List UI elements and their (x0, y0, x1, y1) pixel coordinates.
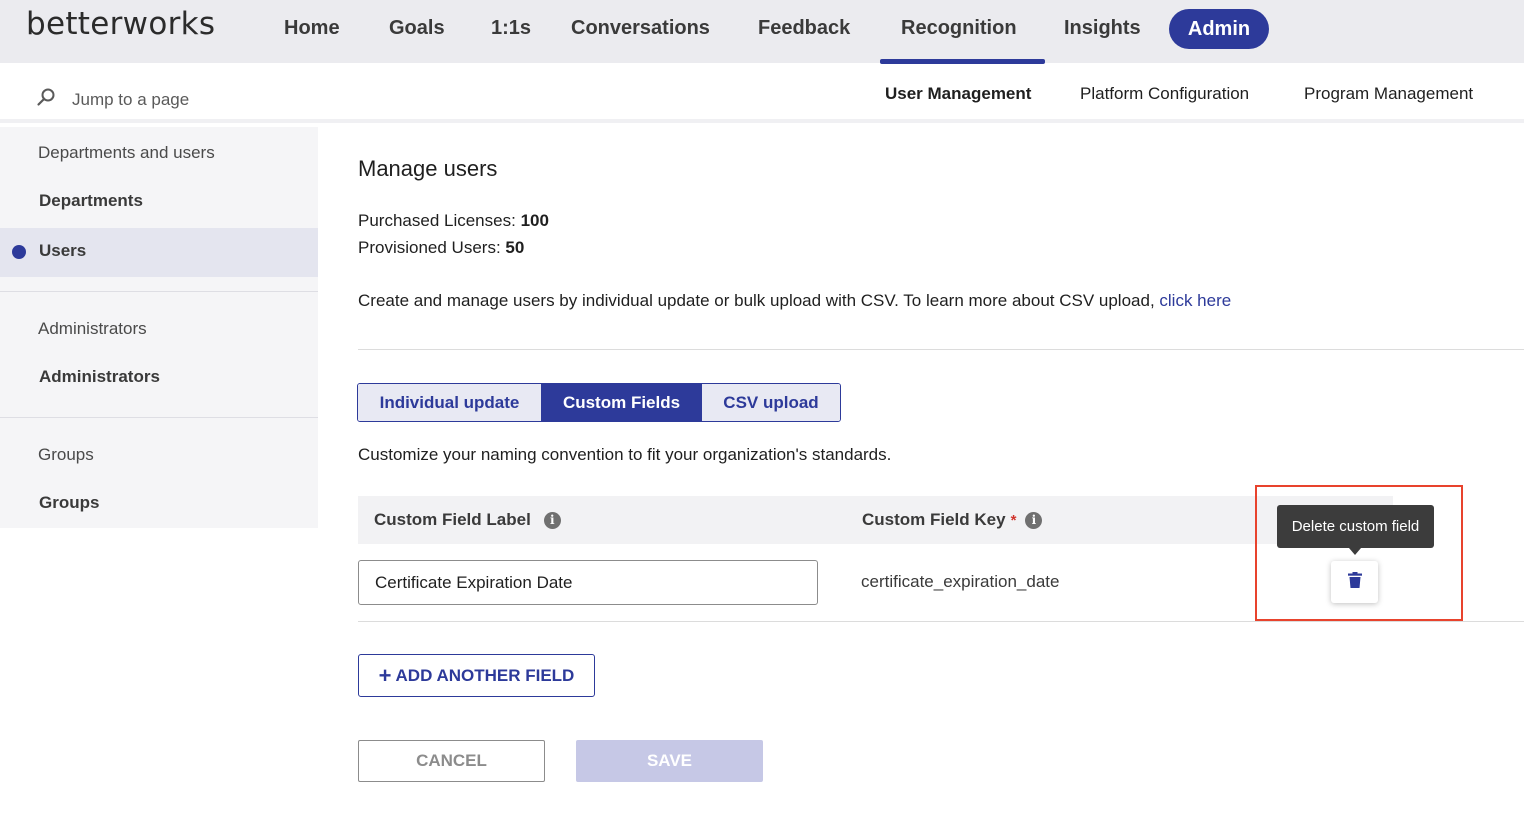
search-placeholder[interactable]: Jump to a page (72, 90, 189, 110)
tab-program-management[interactable]: Program Management (1304, 84, 1473, 104)
active-dot-icon (12, 245, 26, 259)
tab-custom-fields[interactable]: Custom Fields (542, 384, 702, 421)
sidebar-item-users[interactable]: Users (39, 241, 86, 261)
sidebar-divider (0, 417, 318, 418)
description-text: Create and manage users by individual up… (358, 291, 1155, 310)
manage-users-description: Create and manage users by individual up… (358, 291, 1231, 311)
mode-segmented-control: Individual update Custom Fields CSV uplo… (357, 383, 841, 422)
nav-conversations[interactable]: Conversations (571, 17, 710, 40)
tab-csv-upload[interactable]: CSV upload (702, 384, 840, 421)
custom-fields-table-header: Custom Field Label i Custom Field Key * … (358, 496, 1393, 544)
provisioned-users: Provisioned Users: 50 (358, 238, 524, 258)
sidebar-section-departments-and-users: Departments and users (38, 143, 215, 162)
provisioned-users-label: Provisioned Users: (358, 238, 501, 257)
custom-field-key-value: certificate_expiration_date (861, 572, 1060, 591)
sidebar-item-groups[interactable]: Groups (39, 493, 99, 513)
sidebar: Departments and users Departments Users … (0, 127, 318, 528)
nav-feedback[interactable]: Feedback (758, 17, 850, 40)
nav-insights[interactable]: Insights (1064, 17, 1141, 40)
required-asterisk: * (1010, 511, 1017, 529)
sidebar-item-administrators[interactable]: Administrators (39, 367, 160, 387)
purchased-licenses: Purchased Licenses: 100 (358, 211, 549, 231)
column-header-key: Custom Field Key * i (862, 510, 1043, 530)
nav-recognition[interactable]: Recognition (901, 17, 1017, 40)
column-header-label-text: Custom Field Label (374, 510, 531, 529)
custom-field-label-input[interactable] (358, 560, 818, 605)
active-tab-indicator (880, 59, 1045, 64)
sidebar-section-administrators: Administrators (38, 319, 147, 338)
page-title: Manage users (358, 156, 498, 181)
provisioned-users-value: 50 (505, 238, 525, 257)
nav-goals[interactable]: Goals (389, 17, 445, 40)
betterworks-logo[interactable]: betterworks (26, 6, 215, 42)
tab-user-management[interactable]: User Management (885, 84, 1031, 104)
tab-individual-update[interactable]: Individual update (358, 384, 542, 421)
sidebar-section-groups: Groups (38, 445, 94, 464)
nav-home[interactable]: Home (284, 17, 340, 40)
nav-one-on-ones[interactable]: 1:1s (491, 17, 531, 40)
section-divider (358, 349, 1524, 350)
column-header-key-text: Custom Field Key (862, 510, 1006, 529)
top-navigation-bar: betterworks Home Goals 1:1s Conversation… (0, 0, 1524, 63)
sidebar-divider (0, 291, 318, 292)
jump-to-page-search[interactable]: Jump to a page (36, 87, 189, 112)
search-icon (36, 87, 56, 112)
nav-admin[interactable]: Admin (1169, 9, 1269, 49)
purchased-licenses-value: 100 (520, 211, 549, 230)
annotation-highlight-box (1255, 485, 1463, 621)
csv-help-link[interactable]: click here (1159, 291, 1231, 310)
add-another-field-label: ADD ANOTHER FIELD (395, 665, 575, 685)
add-another-field-button[interactable]: + ADD ANOTHER FIELD (358, 654, 595, 697)
cancel-button[interactable]: CANCEL (358, 740, 545, 782)
tab-platform-configuration[interactable]: Platform Configuration (1080, 84, 1249, 104)
plus-icon: + (378, 662, 392, 688)
info-icon[interactable]: i (1025, 511, 1043, 529)
sidebar-item-departments[interactable]: Departments (39, 191, 143, 211)
save-button[interactable]: SAVE (576, 740, 763, 782)
table-row-divider (358, 621, 1524, 622)
info-icon[interactable]: i (543, 511, 561, 529)
custom-fields-description: Customize your naming convention to fit … (358, 445, 892, 464)
secondary-navigation-bar: Jump to a page User Management Platform … (0, 63, 1524, 123)
purchased-licenses-label: Purchased Licenses: (358, 211, 516, 230)
column-header-label: Custom Field Label i (374, 510, 561, 530)
